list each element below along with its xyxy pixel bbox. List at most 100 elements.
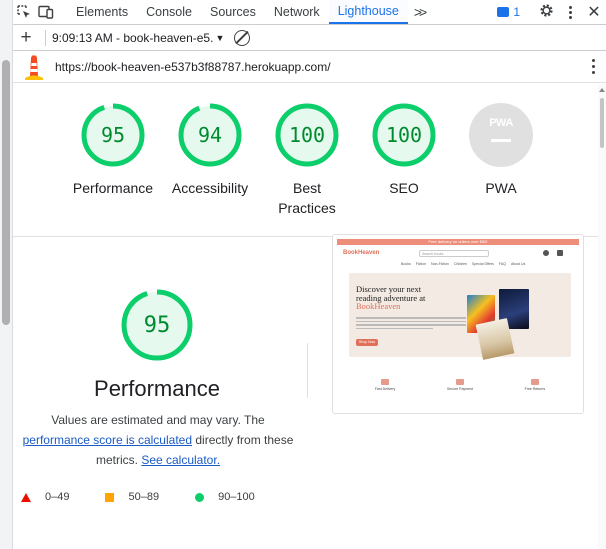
pwa-badge-icon: PWA bbox=[469, 103, 533, 167]
report-selector-label: 9:09:13 AM - book-heaven-e5. bbox=[52, 30, 214, 45]
gauge-label: SEO bbox=[389, 180, 419, 196]
report-url-bar: https://book-heaven-e537b3f88787.herokua… bbox=[13, 51, 606, 83]
shot-hero-heading: Discover your next reading adventure at Bo… bbox=[356, 284, 426, 311]
gauge-label: Best Practices bbox=[278, 180, 336, 216]
shot-account-icon bbox=[543, 250, 549, 256]
gauge-best-practices[interactable]: 100 Best Practices bbox=[252, 102, 362, 218]
shot-feature: Free Returns bbox=[525, 379, 545, 391]
lighthouse-report: 95 Performance 94 Accessibility 100 Best… bbox=[13, 84, 606, 549]
tab-lighthouse[interactable]: Lighthouse bbox=[328, 0, 408, 24]
performance-description: Values are estimated and may vary. The p… bbox=[13, 410, 303, 470]
shot-nav-item: Non-Fiction bbox=[431, 262, 449, 266]
tab-network[interactable]: Network bbox=[265, 0, 329, 24]
gauge-score: 94 bbox=[197, 123, 223, 147]
new-report-plus-icon[interactable]: + bbox=[13, 27, 39, 49]
gauge-score: 100 bbox=[385, 123, 423, 147]
shot-nav-item: Books bbox=[401, 262, 411, 266]
shot-nav-item: About Us bbox=[510, 262, 526, 266]
shot-hero: Discover your next reading adventure at Bo… bbox=[349, 273, 571, 360]
gauge-ring: 100 bbox=[371, 102, 437, 168]
tab-sources[interactable]: Sources bbox=[201, 0, 265, 24]
panel-tabs: Elements Console Sources Network Lightho… bbox=[67, 0, 408, 24]
issues-button[interactable]: 1 bbox=[497, 5, 520, 19]
shot-logo: BookHeaven bbox=[343, 250, 380, 256]
performance-score: 95 bbox=[143, 312, 171, 338]
report-selector[interactable]: 9:09:13 AM - book-heaven-e5. ▼ bbox=[52, 31, 224, 45]
tab-elements[interactable]: Elements bbox=[67, 0, 137, 24]
shot-hero-text-lines bbox=[356, 317, 466, 331]
performance-title: Performance bbox=[94, 376, 220, 401]
close-devtools-icon[interactable]: ✕ bbox=[582, 2, 606, 22]
shot-feature: Fast Delivery bbox=[375, 379, 395, 391]
shot-nav: Books Fiction Non-Fiction Children Speci… bbox=[401, 262, 579, 268]
average-square-icon bbox=[105, 492, 115, 502]
performance-big-gauge: 95 bbox=[120, 288, 194, 362]
shot-header: BookHeaven Search books bbox=[337, 245, 579, 261]
page-scroll-thumb[interactable] bbox=[2, 60, 10, 325]
desc-text-3: metrics. bbox=[95, 453, 138, 467]
devtools-panel: Elements Console Sources Network Lightho… bbox=[13, 0, 606, 549]
issues-message-icon bbox=[497, 7, 510, 17]
score-calculated-link[interactable]: performance score is calculated bbox=[23, 433, 192, 447]
shot-nav-item: FAQ bbox=[498, 262, 506, 266]
gauge-score: 95 bbox=[100, 123, 126, 147]
page-edge-scrollbar bbox=[0, 0, 13, 549]
pwa-badge-text: PWA bbox=[489, 117, 513, 129]
settings-gear-icon[interactable] bbox=[534, 3, 558, 22]
tab-console[interactable]: Console bbox=[137, 0, 201, 24]
shot-features: Fast Delivery Secure Payment Free Return… bbox=[349, 379, 571, 391]
shot-nav-item: Special Offers bbox=[472, 262, 494, 266]
see-calculator-link[interactable]: See calculator. bbox=[141, 453, 220, 467]
shot-nav-item: Fiction bbox=[415, 262, 427, 266]
legend-range: 0–49 bbox=[45, 491, 70, 503]
gauge-ring: 95 bbox=[80, 102, 146, 168]
dropdown-caret-icon: ▼ bbox=[215, 32, 225, 43]
gauge-ring: 100 bbox=[274, 102, 340, 168]
clear-reports-icon[interactable] bbox=[234, 29, 251, 46]
page-screenshot-thumbnail[interactable]: Free delivery on orders over €50! BookHe… bbox=[332, 234, 584, 414]
audited-url[interactable]: https://book-heaven-e537b3f88787.herokua… bbox=[55, 60, 331, 74]
score-gauges-row: 95 Performance 94 Accessibility 100 Best… bbox=[13, 84, 599, 237]
desc-text-2: directly from these bbox=[195, 433, 294, 447]
gauge-seo[interactable]: 100 SEO bbox=[349, 102, 459, 198]
gauge-label: PWA bbox=[485, 180, 517, 196]
scroll-up-arrow-icon[interactable] bbox=[599, 88, 605, 92]
report-scroll-thumb[interactable] bbox=[600, 98, 604, 148]
gauge-accessibility[interactable]: 94 Accessibility bbox=[155, 102, 265, 198]
gauge-label: Accessibility bbox=[171, 180, 249, 196]
gauge-ring: 94 bbox=[177, 102, 243, 168]
fail-triangle-icon bbox=[21, 492, 31, 502]
section-divider bbox=[307, 343, 308, 398]
shot-feature: Secure Payment bbox=[447, 379, 473, 391]
pwa-badge-dash bbox=[491, 139, 511, 142]
inspect-element-icon[interactable] bbox=[13, 0, 35, 24]
gauge-score: 100 bbox=[288, 123, 326, 147]
customize-menu-icon[interactable] bbox=[558, 5, 582, 19]
gauge-label: Performance bbox=[72, 180, 154, 196]
legend-range: 90–100 bbox=[218, 491, 255, 503]
shot-cart-icon bbox=[557, 250, 563, 256]
issues-count: 1 bbox=[513, 5, 520, 19]
lighthouse-toolbar: + 9:09:13 AM - book-heaven-e5. ▼ bbox=[13, 25, 606, 51]
desc-text-1: Values are estimated and may vary. The bbox=[51, 413, 265, 427]
more-tabs-chevron-icon[interactable]: >> bbox=[408, 0, 430, 24]
report-menu-icon[interactable] bbox=[592, 59, 596, 77]
report-scrollbar[interactable] bbox=[598, 84, 606, 549]
pass-circle-icon bbox=[195, 492, 205, 502]
tabbar-right-controls: 1 ✕ bbox=[497, 0, 606, 24]
gauge-pwa[interactable]: PWA PWA bbox=[446, 102, 556, 198]
shot-nav-item: Children bbox=[453, 262, 467, 266]
shot-search: Search books bbox=[419, 250, 489, 257]
device-toolbar-icon[interactable] bbox=[35, 0, 57, 24]
legend-fail: 0–49 bbox=[21, 491, 69, 503]
screenshot-content: Free delivery on orders over €50! BookHe… bbox=[337, 239, 579, 409]
gauge-performance[interactable]: 95 Performance bbox=[58, 102, 168, 198]
score-legend: 0–49 50–89 90–100 bbox=[21, 491, 291, 503]
toolbar-divider bbox=[45, 29, 46, 46]
devtools-tabbar: Elements Console Sources Network Lightho… bbox=[13, 0, 606, 25]
legend-average: 50–89 bbox=[105, 491, 159, 503]
shot-shop-button: Shop Now bbox=[356, 339, 378, 346]
legend-pass: 90–100 bbox=[195, 491, 255, 503]
legend-range: 50–89 bbox=[128, 491, 160, 503]
lighthouse-logo-icon bbox=[25, 55, 43, 80]
